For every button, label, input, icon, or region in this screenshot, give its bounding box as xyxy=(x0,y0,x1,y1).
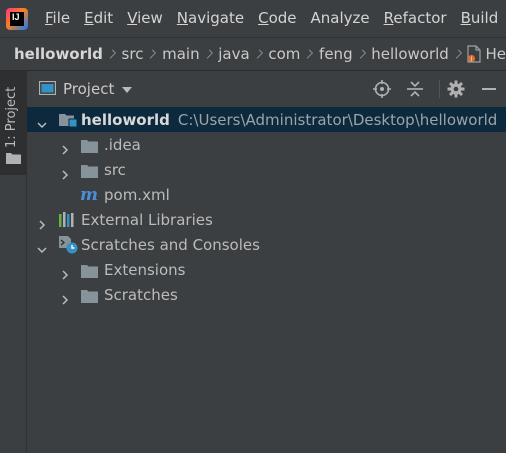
tree-row-scratches-consoles[interactable]: Scratches and Consoles xyxy=(27,232,506,257)
hide-minus-icon[interactable] xyxy=(480,80,498,102)
tree-label-scratches-consoles: Scratches and Consoles xyxy=(81,235,260,254)
tree-label-scratches: Scratches xyxy=(104,285,178,304)
breadcrumb: helloworld src main java com feng hellow… xyxy=(0,37,506,71)
intellij-logo-icon: IJ xyxy=(6,7,28,30)
breadcrumb-separator-icon xyxy=(304,49,314,59)
project-panel: Project helloworld C:\Users\Administrato… xyxy=(27,71,506,453)
java-class-file-icon: J xyxy=(467,45,482,63)
folder-icon xyxy=(81,163,99,182)
tree-path-root: C:\Users\Administrator\Desktop\helloworl… xyxy=(177,110,498,129)
toolbar-divider xyxy=(439,80,440,98)
menu-bar: IJ File Edit View Navigate Code Analyze … xyxy=(0,0,506,37)
folder-icon xyxy=(6,149,21,168)
breadcrumb-item-java[interactable]: java xyxy=(218,45,249,63)
module-folder-icon xyxy=(58,111,78,132)
project-view-icon xyxy=(38,80,57,99)
breadcrumb-separator-icon xyxy=(356,49,366,59)
tree-label-pom: pom.xml xyxy=(104,185,170,204)
chevron-right-icon[interactable] xyxy=(37,215,47,230)
menu-navigate[interactable]: Navigate xyxy=(170,0,251,37)
folder-icon xyxy=(81,138,99,157)
panel-title[interactable]: Project xyxy=(63,80,114,98)
settings-gear-icon[interactable] xyxy=(447,80,465,102)
tree-row-extensions[interactable]: Extensions xyxy=(27,257,506,282)
tree-label-src: src xyxy=(104,160,126,179)
project-tool-tab-label: 1: Project xyxy=(4,86,19,148)
svg-text:J: J xyxy=(470,57,472,63)
breadcrumb-separator-icon xyxy=(106,49,116,59)
breadcrumb-item-main[interactable]: main xyxy=(162,45,199,63)
menu-code[interactable]: Code xyxy=(251,0,303,37)
tree-label-external-libraries: External Libraries xyxy=(81,210,213,229)
project-tool-tab[interactable]: 1: Project xyxy=(0,71,27,175)
scratches-consoles-icon xyxy=(58,235,78,258)
chevron-down-icon[interactable] xyxy=(37,115,47,129)
chevron-right-icon[interactable] xyxy=(60,165,70,180)
breadcrumb-item-helloworld[interactable]: helloworld xyxy=(371,45,449,63)
chevron-right-icon[interactable] xyxy=(60,140,70,155)
tree-label-extensions: Extensions xyxy=(104,260,186,279)
menu-edit[interactable]: Edit xyxy=(77,0,120,37)
breadcrumb-separator-icon xyxy=(452,49,462,59)
chevron-down-icon[interactable] xyxy=(122,87,133,93)
tree-label-root: helloworld xyxy=(81,110,170,129)
breadcrumb-separator-icon xyxy=(203,49,213,59)
menu-view[interactable]: View xyxy=(120,0,170,37)
breadcrumb-separator-icon xyxy=(253,49,263,59)
project-panel-header: Project xyxy=(27,71,506,107)
folder-icon xyxy=(81,288,99,307)
chevron-right-icon[interactable] xyxy=(60,290,70,305)
maven-file-icon: m xyxy=(80,185,100,207)
chevron-right-icon[interactable] xyxy=(60,265,70,280)
menu-file[interactable]: File xyxy=(38,0,77,37)
tree-row-scratches[interactable]: Scratches xyxy=(27,282,506,307)
tree-row-idea[interactable]: .idea xyxy=(27,132,506,157)
tree-row-external-libraries[interactable]: External Libraries xyxy=(27,207,506,232)
breadcrumb-item-file[interactable]: He xyxy=(485,45,506,63)
tree-row-pom[interactable]: m pom.xml xyxy=(27,182,506,207)
tree-row-root[interactable]: helloworld C:\Users\Administrator\Deskto… xyxy=(27,107,506,132)
library-icon xyxy=(58,211,76,232)
tree-label-idea: .idea xyxy=(104,135,141,154)
svg-text:m: m xyxy=(80,185,98,203)
breadcrumb-separator-icon xyxy=(147,49,157,59)
chevron-down-icon[interactable] xyxy=(37,240,47,254)
collapse-all-icon[interactable] xyxy=(406,80,424,102)
breadcrumb-item-feng[interactable]: feng xyxy=(319,45,353,63)
locate-icon[interactable] xyxy=(373,80,391,102)
breadcrumb-item-src[interactable]: src xyxy=(122,45,144,63)
breadcrumb-item-com[interactable]: com xyxy=(268,45,300,63)
tool-window-stripe: 1: Project xyxy=(0,71,27,453)
menu-refactor[interactable]: Refactor xyxy=(377,0,454,37)
folder-icon xyxy=(81,263,99,282)
breadcrumb-item-project[interactable]: helloworld xyxy=(14,45,103,63)
menu-build[interactable]: Build xyxy=(454,0,506,37)
menu-analyze[interactable]: Analyze xyxy=(304,0,377,37)
tree-row-src[interactable]: src xyxy=(27,157,506,182)
